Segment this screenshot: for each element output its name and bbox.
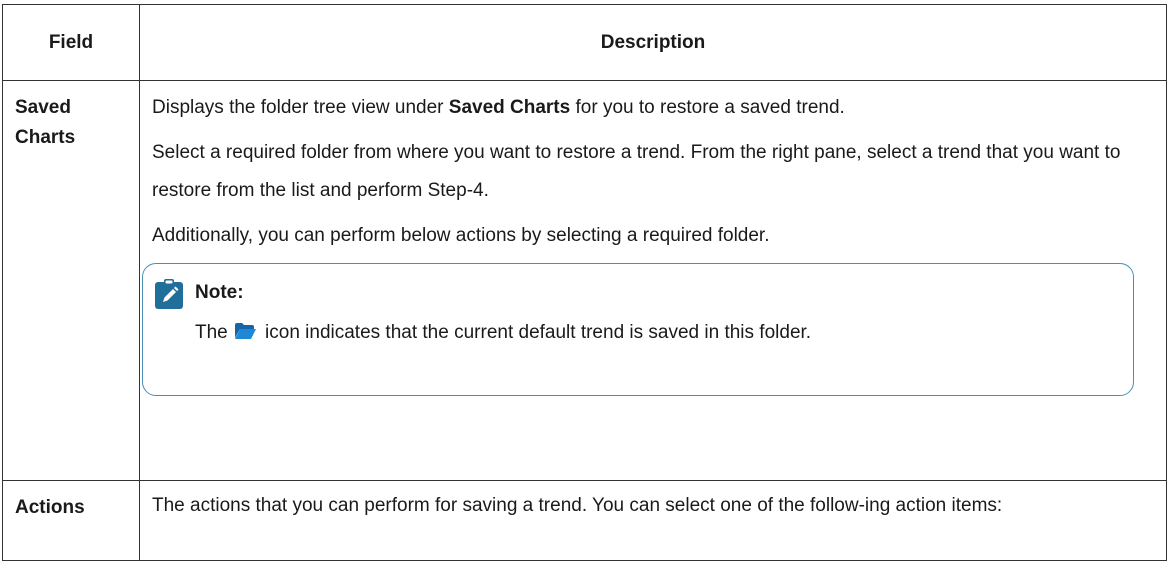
note-title: Note: xyxy=(195,282,244,303)
header-field: Field xyxy=(2,4,140,81)
text-run: for you to restore a saved trend. xyxy=(570,97,845,118)
description-cell: Displays the folder tree view under Save… xyxy=(139,80,1167,481)
header-description: Description xyxy=(139,4,1167,81)
field-name-cell: Saved Charts xyxy=(2,80,140,481)
field-name-cell: Actions xyxy=(2,480,140,561)
field-description-table: Field Description Saved Charts Displays … xyxy=(2,4,1167,561)
description-paragraph: Select a required folder from where you … xyxy=(152,142,1121,201)
ui-term: Saved Charts xyxy=(448,97,571,118)
text-run: The xyxy=(195,322,228,343)
description-paragraph: Displays the folder tree view under Save… xyxy=(152,89,1154,127)
field-name-line: Charts xyxy=(15,127,76,148)
field-name-line: Saved xyxy=(15,97,71,118)
open-folder-icon xyxy=(234,323,256,339)
text-run: icon indicates that the current default … xyxy=(259,322,812,343)
table-row: Saved Charts Displays the folder tree vi… xyxy=(2,80,1167,481)
description-cell: The actions that you can perform for sav… xyxy=(139,480,1167,561)
pencil-note-icon xyxy=(155,279,183,309)
note-callout: Note: The icon indicates that the curren… xyxy=(142,263,1134,396)
table-row: Actions The actions that you can perform… xyxy=(2,480,1167,561)
description-paragraph: Additionally, you can perform below acti… xyxy=(152,225,770,246)
table-header-row: Field Description xyxy=(2,4,1167,81)
note-text: The icon indicates that the current defa… xyxy=(195,317,811,349)
text-run: Displays the folder tree view under xyxy=(152,97,449,118)
